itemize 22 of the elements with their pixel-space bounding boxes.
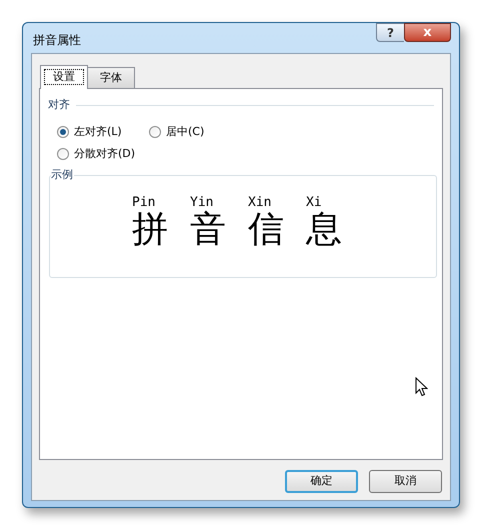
radio-button[interactable] bbox=[149, 126, 161, 138]
dialog-button[interactable]: 确定 bbox=[285, 470, 358, 493]
hanzi-text: 信 bbox=[248, 210, 284, 250]
pinyin-text: Pin bbox=[132, 196, 156, 210]
tab[interactable]: 设置 bbox=[40, 65, 88, 89]
window-title: 拼音属性 bbox=[33, 32, 81, 49]
radio-label: 左对齐(L) bbox=[74, 124, 122, 140]
hanzi-text: 息 bbox=[306, 210, 342, 250]
pinyin-text: Xin bbox=[248, 196, 272, 210]
radio-label: 居中(C) bbox=[166, 124, 204, 140]
pinyin-text: Yin bbox=[190, 196, 214, 210]
radio-button[interactable] bbox=[57, 148, 69, 160]
mouse-pointer-icon bbox=[415, 377, 428, 397]
radio-button[interactable] bbox=[57, 126, 69, 138]
dialog-button[interactable]: 取消 bbox=[369, 470, 442, 493]
help-button[interactable]: ? bbox=[376, 23, 404, 42]
hanzi-text: 音 bbox=[190, 210, 226, 250]
radio-label: 分散对齐(D) bbox=[74, 146, 136, 162]
tab[interactable]: 字体 bbox=[88, 67, 135, 88]
pinyin-text: Xi bbox=[306, 196, 322, 210]
hanzi-text: 拼 bbox=[132, 210, 168, 250]
group-title: 对齐 bbox=[48, 97, 70, 113]
